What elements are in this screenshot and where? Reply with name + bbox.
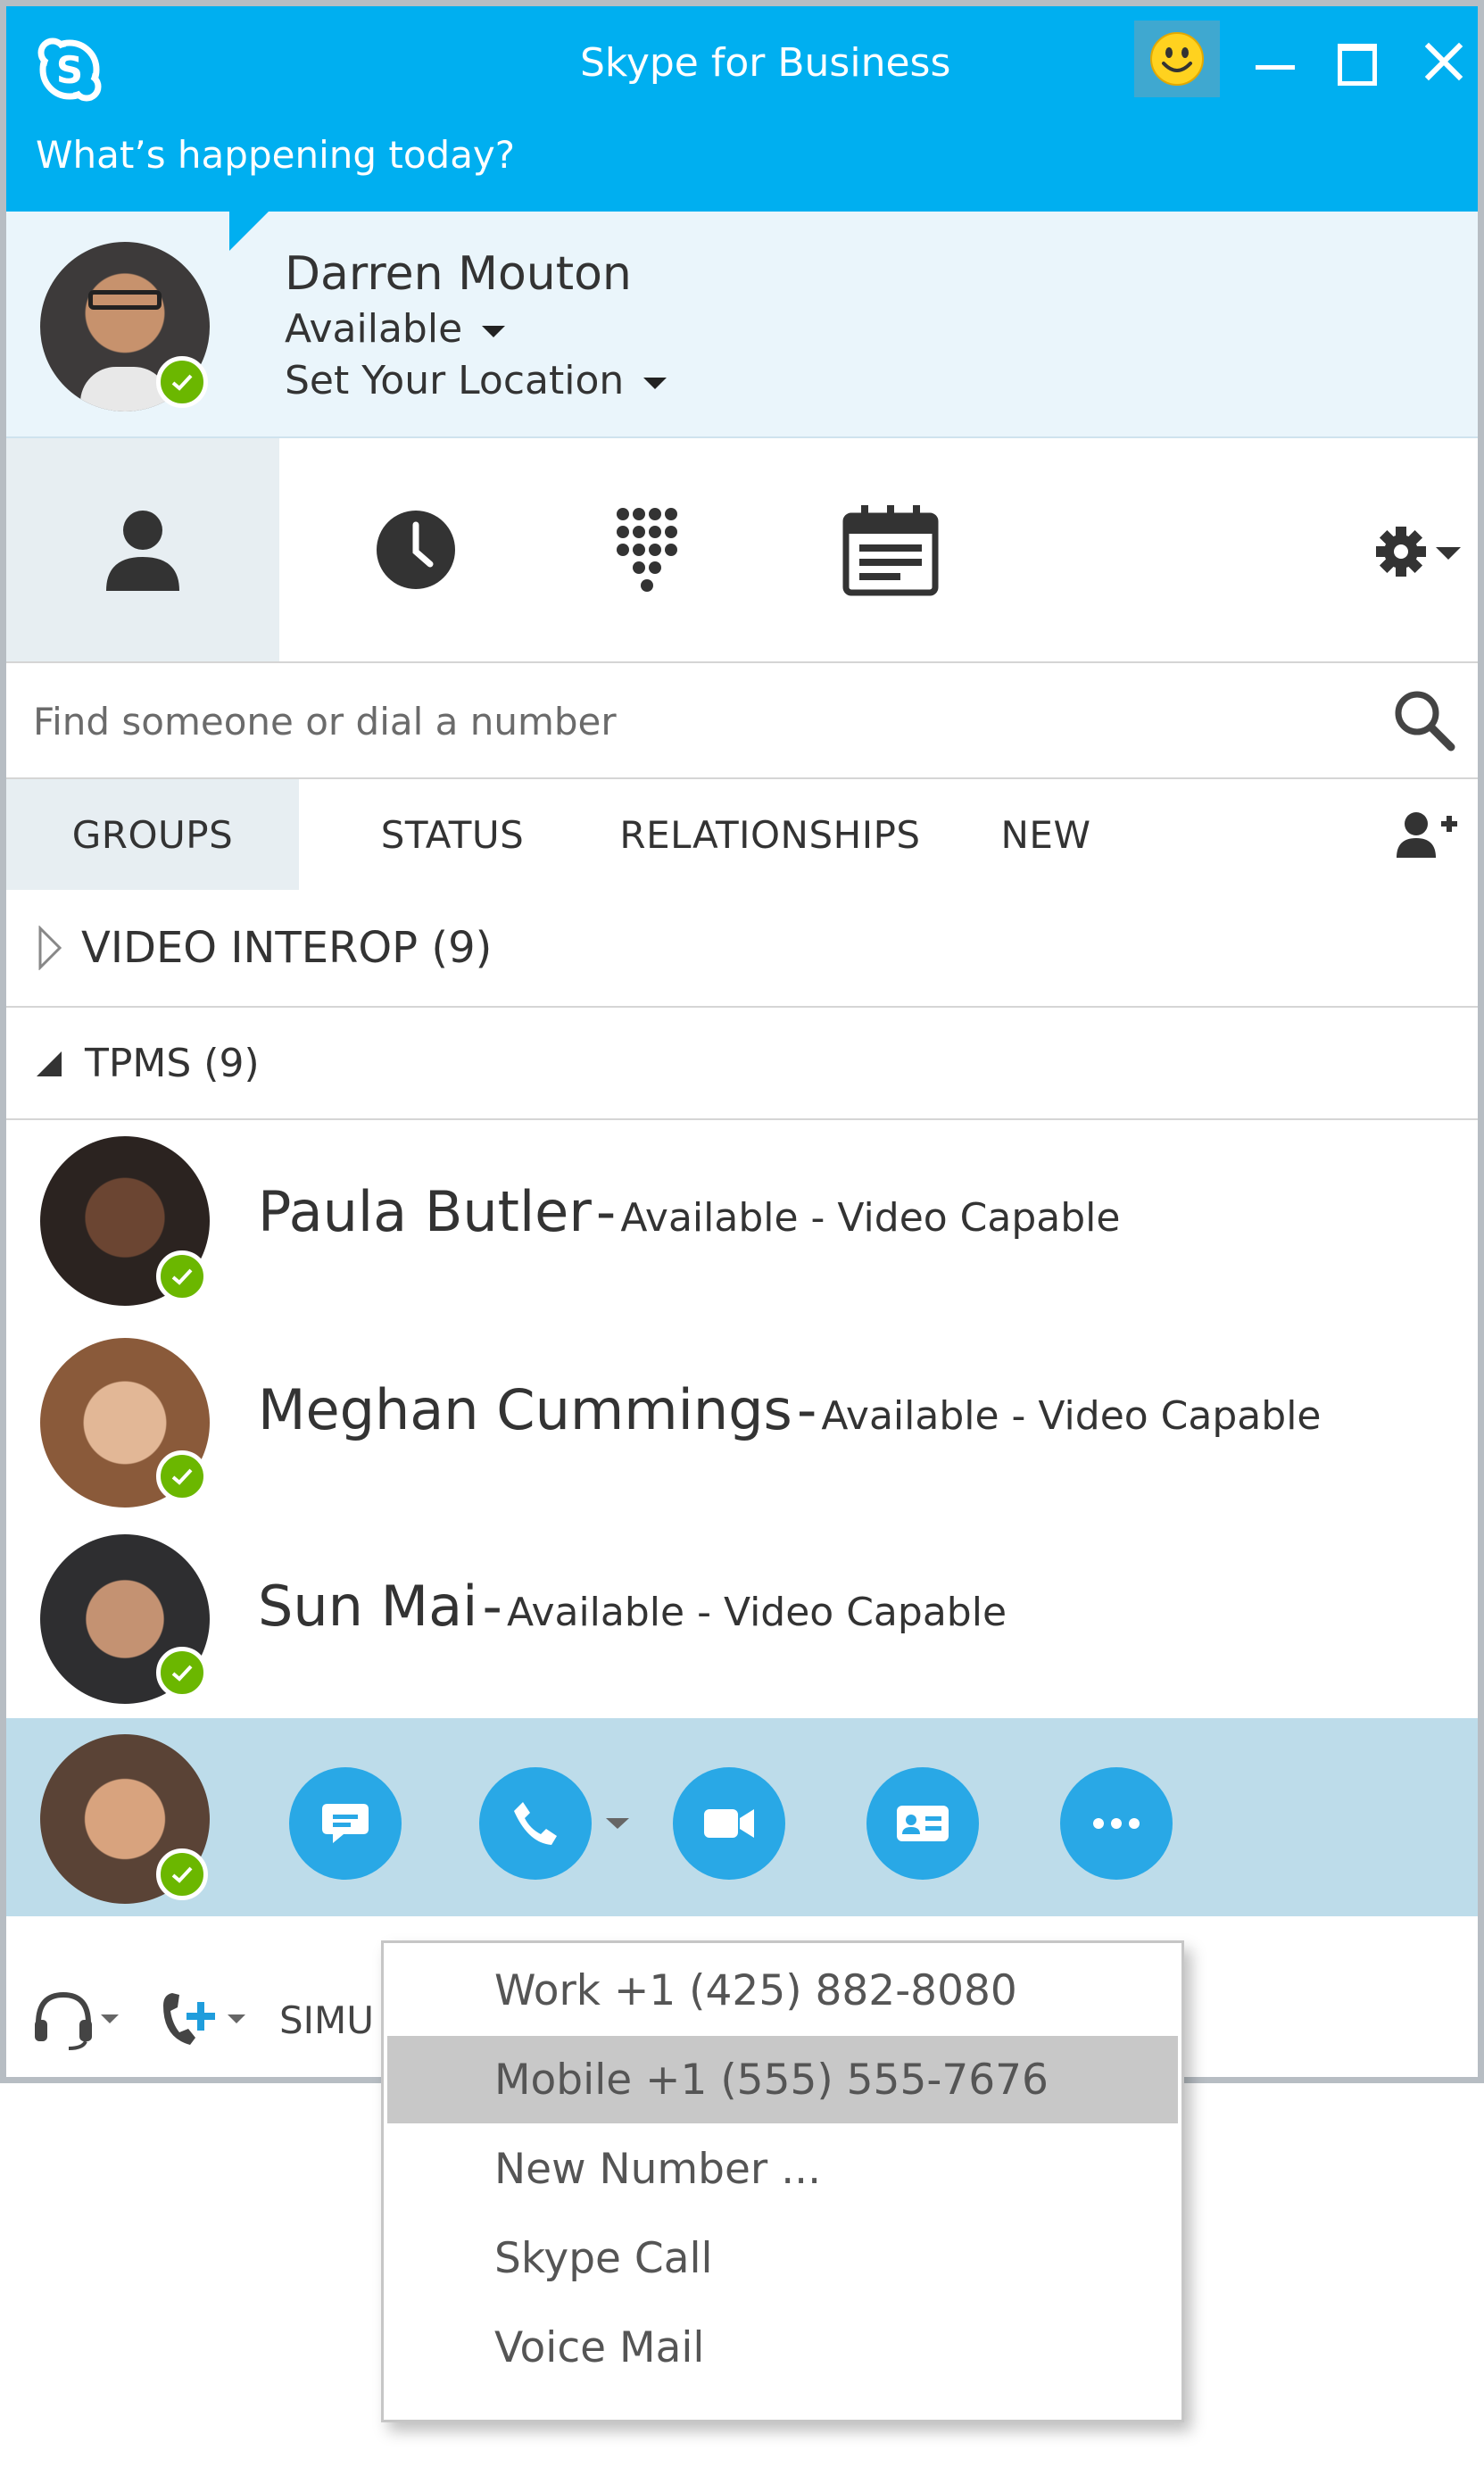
window-title: Skype for Business <box>580 40 951 86</box>
ellipsis-icon <box>1093 1818 1140 1829</box>
clock-icon <box>377 511 455 589</box>
add-contact-icon[interactable] <box>1397 810 1459 860</box>
contact-title: Paula Butler - Available - Video Capable <box>258 1179 1120 1244</box>
menu-item-mobile-number[interactable]: Mobile +1 (555) 555-7676 <box>387 2036 1178 2123</box>
feedback-smiley-icon[interactable] <box>1134 21 1220 97</box>
my-presence-label: Available <box>285 306 463 352</box>
status-message[interactable]: What’s happening today? <box>36 133 515 177</box>
my-name: Darren Mouton <box>285 247 632 301</box>
menu-item-new-number[interactable]: New Number ... <box>387 2125 1178 2213</box>
tab-phone[interactable] <box>511 438 784 661</box>
menu-item-work-number[interactable]: Work +1 (425) 882-8080 <box>387 1947 1178 2034</box>
location-selector[interactable]: Set Your Location <box>285 358 667 403</box>
chevron-down-icon <box>482 325 506 337</box>
simultaneous-ring-label: SIMU <box>279 1998 375 2042</box>
group-video-interop[interactable]: VIDEO INTEROP (9) <box>6 890 1478 1008</box>
gear-icon <box>1376 527 1461 577</box>
contact-row[interactable]: Meghan Cummings - Available - Video Capa… <box>6 1320 1478 1518</box>
call-options-menu: Work +1 (425) 882-8080 Mobile +1 (555) 5… <box>381 1940 1184 2422</box>
tab-groups[interactable]: GROUPS <box>6 779 299 890</box>
tab-status[interactable]: STATUS <box>347 779 558 890</box>
contact-card-icon <box>897 1806 949 1841</box>
skype-logo-icon: S <box>35 35 104 104</box>
call-forwarding-button[interactable] <box>156 1988 254 2050</box>
contact-status: Available - Video Capable <box>821 1393 1322 1439</box>
im-button[interactable] <box>289 1767 402 1880</box>
contact-title: Meghan Cummings - Available - Video Capa… <box>258 1377 1321 1442</box>
call-button[interactable] <box>479 1767 592 1880</box>
contact-name: Meghan Cummings <box>258 1377 792 1442</box>
chevron-right-icon <box>38 926 62 970</box>
minimize-button[interactable] <box>1247 24 1306 96</box>
tab-meetings[interactable] <box>754 438 1027 661</box>
contact-view-tabs: GROUPS STATUS RELATIONSHIPS NEW <box>6 779 1478 890</box>
contact-status: Available - Video Capable <box>506 1590 1007 1635</box>
call-options-chevron-icon[interactable] <box>604 1815 631 1832</box>
options-button[interactable] <box>1370 520 1468 583</box>
presence-available-icon <box>156 1647 208 1699</box>
skype-window: S Skype for Business What’s happening to… <box>0 0 1484 2083</box>
calendar-icon <box>842 505 939 596</box>
name-separator: - <box>595 1179 617 1244</box>
search-input[interactable] <box>31 685 1338 758</box>
contact-name: Paula Butler <box>258 1179 592 1244</box>
maximize-button[interactable] <box>1325 24 1389 96</box>
menu-item-skype-call[interactable]: Skype Call <box>387 2214 1178 2302</box>
minimize-icon <box>1256 65 1295 70</box>
close-icon <box>1424 42 1463 81</box>
presence-available-icon <box>156 1250 208 1302</box>
name-separator: - <box>796 1377 817 1442</box>
presence-available-icon <box>156 1848 208 1900</box>
contact-status: Available - Video Capable <box>620 1195 1121 1241</box>
group-tpms[interactable]: TPMS (9) <box>6 1008 1478 1120</box>
close-button[interactable] <box>1414 24 1473 96</box>
call-forward-icon <box>163 1993 245 2045</box>
speech-notch <box>229 210 270 251</box>
main-nav <box>6 438 1478 663</box>
title-bar: S Skype for Business What’s happening to… <box>6 6 1478 212</box>
tab-relationships[interactable]: RELATIONSHIPS <box>604 779 936 890</box>
audio-device-button[interactable] <box>33 1988 122 2050</box>
location-label: Set Your Location <box>285 358 625 403</box>
my-presence-selector[interactable]: Available <box>285 306 506 352</box>
person-icon <box>106 511 179 591</box>
maximize-icon <box>1338 44 1377 86</box>
menu-item-voice-mail[interactable]: Voice Mail <box>387 2304 1178 2391</box>
identity-panel: Darren Mouton Available Set Your Locatio… <box>6 210 1478 438</box>
contact-card-button[interactable] <box>866 1767 979 1880</box>
phone-icon <box>514 1802 557 1845</box>
my-presence-dot <box>156 356 208 408</box>
contact-name: Sun Mai <box>258 1574 478 1639</box>
group-label: VIDEO INTEROP (9) <box>81 923 493 973</box>
chevron-down-icon <box>643 377 667 389</box>
headset-icon <box>35 1991 119 2050</box>
name-separator: - <box>482 1574 502 1639</box>
tab-new[interactable]: NEW <box>979 779 1113 890</box>
presence-available-icon <box>156 1450 208 1502</box>
contact-row[interactable]: Paula Butler - Available - Video Capable <box>6 1120 1478 1318</box>
chat-bubble-icon <box>322 1804 369 1843</box>
video-button[interactable] <box>673 1767 785 1880</box>
chevron-down-icon <box>37 1051 62 1076</box>
contact-row[interactable]: Sun Mai - Available - Video Capable <box>6 1518 1478 1716</box>
tab-contacts[interactable] <box>6 438 279 661</box>
video-camera-icon <box>704 1809 754 1838</box>
group-label: TPMS (9) <box>85 1040 260 1086</box>
search-icon[interactable] <box>1392 688 1456 752</box>
svg-text:S: S <box>56 48 83 92</box>
contact-title: Sun Mai - Available - Video Capable <box>258 1574 1007 1639</box>
dialpad-icon <box>617 508 677 592</box>
more-options-button[interactable] <box>1060 1767 1173 1880</box>
search-bar <box>6 663 1478 779</box>
